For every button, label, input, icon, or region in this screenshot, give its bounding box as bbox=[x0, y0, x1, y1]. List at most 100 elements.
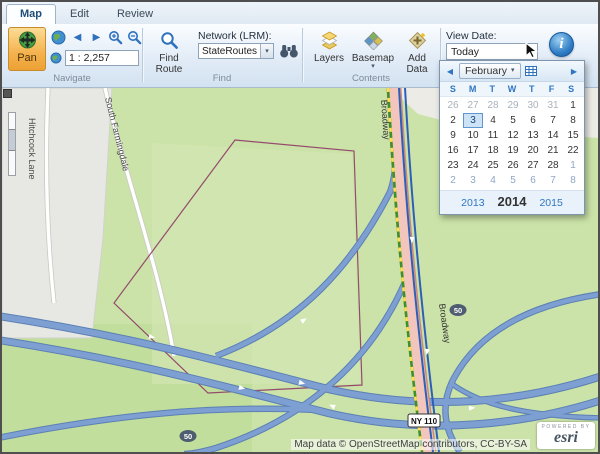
calendar-year-next[interactable]: 2015 bbox=[539, 197, 562, 209]
calendar-day[interactable]: 3 bbox=[463, 173, 483, 188]
calendar-day[interactable]: 7 bbox=[543, 173, 563, 188]
calendar-dow: T bbox=[522, 82, 542, 96]
view-date-label: View Date: bbox=[446, 30, 497, 42]
calendar-day[interactable]: 20 bbox=[523, 143, 543, 158]
calendar-day[interactable]: 29 bbox=[503, 98, 523, 113]
calendar-day[interactable]: 11 bbox=[483, 128, 503, 143]
calendar-dow: S bbox=[561, 82, 581, 96]
calendar-day[interactable]: 4 bbox=[483, 113, 503, 128]
zoom-slider[interactable] bbox=[8, 112, 16, 176]
calendar-next-month-button[interactable]: ▶ bbox=[567, 67, 581, 76]
tab-edit[interactable]: Edit bbox=[56, 4, 103, 24]
road-label-hitchcock: Hitchcock Lane bbox=[27, 118, 37, 180]
pan-compass-icon bbox=[18, 31, 37, 53]
calendar-day[interactable]: 25 bbox=[483, 158, 503, 173]
calendar-day[interactable]: 16 bbox=[443, 143, 463, 158]
calendar-day[interactable]: 2 bbox=[443, 173, 463, 188]
layers-label: Layers bbox=[314, 53, 344, 64]
network-lrm-label: Network (LRM): bbox=[198, 30, 272, 42]
info-button[interactable]: i bbox=[549, 32, 574, 57]
scale-row bbox=[50, 50, 139, 66]
shield-circle-route-1: 50 bbox=[454, 306, 462, 315]
prev-extent-icon: ◀ bbox=[74, 32, 82, 43]
calendar-day[interactable]: 26 bbox=[503, 158, 523, 173]
calendar-dow: F bbox=[542, 82, 562, 96]
calendar-day[interactable]: 9 bbox=[443, 128, 463, 143]
calendar-dow: M bbox=[463, 82, 483, 96]
esri-logo: POWERED BY esri bbox=[537, 422, 595, 449]
layers-button[interactable]: Layers bbox=[308, 27, 350, 71]
calendar-day[interactable]: 8 bbox=[563, 113, 583, 128]
network-dropdown-arrow-icon[interactable]: ▾ bbox=[260, 44, 273, 58]
calendar-day[interactable]: 19 bbox=[503, 143, 523, 158]
calendar-year-current[interactable]: 2014 bbox=[498, 194, 527, 209]
next-extent-icon: ▶ bbox=[93, 32, 101, 43]
full-extent-button[interactable] bbox=[50, 29, 67, 45]
zoom-out-button[interactable] bbox=[126, 29, 143, 45]
calendar-day[interactable]: 12 bbox=[503, 128, 523, 143]
calendar-dow: T bbox=[482, 82, 502, 96]
calendar-day[interactable]: 28 bbox=[483, 98, 503, 113]
calendar-day[interactable]: 13 bbox=[523, 128, 543, 143]
calendar-day[interactable]: 5 bbox=[503, 113, 523, 128]
esri-brand-text: esri bbox=[537, 430, 595, 446]
scale-input[interactable] bbox=[65, 50, 139, 66]
calendar-dow: W bbox=[502, 82, 522, 96]
previous-extent-button[interactable]: ◀ bbox=[69, 29, 86, 45]
calendar-day[interactable]: 10 bbox=[463, 128, 483, 143]
calendar-dow: S bbox=[443, 82, 463, 96]
calendar-day[interactable]: 15 bbox=[563, 128, 583, 143]
calendar-day-selected[interactable]: 3 bbox=[463, 113, 483, 128]
calendar-day[interactable]: 24 bbox=[463, 158, 483, 173]
zoom-slider-handle[interactable] bbox=[9, 129, 15, 151]
calendar-year-prev[interactable]: 2013 bbox=[461, 197, 484, 209]
zoom-in-button[interactable] bbox=[107, 29, 124, 45]
calendar-day[interactable]: 1 bbox=[563, 158, 583, 173]
next-extent-button[interactable]: ▶ bbox=[88, 29, 105, 45]
calendar-day[interactable]: 6 bbox=[523, 173, 543, 188]
add-data-icon bbox=[408, 31, 427, 53]
calendar-day[interactable]: 23 bbox=[443, 158, 463, 173]
search-network-button[interactable] bbox=[279, 43, 299, 59]
calendar-month-dropdown[interactable]: February ▾ bbox=[459, 63, 521, 79]
find-route-label: Find Route bbox=[147, 53, 191, 75]
find-route-magnifier-icon bbox=[160, 31, 179, 53]
basemap-button[interactable]: Basemap ▾ bbox=[352, 27, 394, 71]
calendar-day[interactable]: 30 bbox=[523, 98, 543, 113]
calendar-day[interactable]: 27 bbox=[523, 158, 543, 173]
tab-map[interactable]: Map bbox=[6, 4, 56, 24]
calendar-day[interactable]: 26 bbox=[443, 98, 463, 113]
calendar-day[interactable]: 8 bbox=[563, 173, 583, 188]
calendar-header: ◀ February ▾ ▶ bbox=[440, 61, 584, 82]
calendar-view-toggle-button[interactable] bbox=[525, 65, 537, 77]
navigate-icon-row: ◀ ▶ bbox=[50, 29, 143, 45]
calendar-day[interactable]: 31 bbox=[543, 98, 563, 113]
map-corner-widget[interactable] bbox=[3, 89, 12, 98]
calendar-day[interactable]: 18 bbox=[483, 143, 503, 158]
mouse-cursor bbox=[525, 42, 539, 65]
calendar-day[interactable]: 1 bbox=[563, 98, 583, 113]
calendar-day[interactable]: 28 bbox=[543, 158, 563, 173]
add-data-button[interactable]: Add Data bbox=[396, 27, 438, 71]
calendar-day[interactable]: 22 bbox=[563, 143, 583, 158]
network-lrm-value: StateRoutes bbox=[199, 46, 260, 57]
calendar-dow-row: SMTWTFS bbox=[440, 82, 584, 97]
calendar-day[interactable]: 17 bbox=[463, 143, 483, 158]
network-lrm-select[interactable]: StateRoutes ▾ bbox=[198, 43, 274, 59]
find-group-label: Find bbox=[142, 73, 302, 84]
calendar-day[interactable]: 7 bbox=[543, 113, 563, 128]
calendar-day[interactable]: 27 bbox=[463, 98, 483, 113]
calendar-prev-month-button[interactable]: ◀ bbox=[443, 67, 457, 76]
calendar-day[interactable]: 21 bbox=[543, 143, 563, 158]
calendar-day[interactable]: 6 bbox=[523, 113, 543, 128]
tab-review[interactable]: Review bbox=[103, 4, 167, 24]
calendar-day[interactable]: 4 bbox=[483, 173, 503, 188]
contents-group-label: Contents bbox=[302, 73, 440, 84]
find-route-button[interactable]: Find Route bbox=[146, 27, 192, 71]
pan-button[interactable]: Pan bbox=[8, 27, 46, 71]
calendar-day[interactable]: 5 bbox=[503, 173, 523, 188]
shield-ny-110: NY 110 bbox=[411, 417, 438, 426]
calendar-day[interactable]: 2 bbox=[443, 113, 463, 128]
scale-globe-icon bbox=[50, 52, 62, 64]
calendar-day[interactable]: 14 bbox=[543, 128, 563, 143]
